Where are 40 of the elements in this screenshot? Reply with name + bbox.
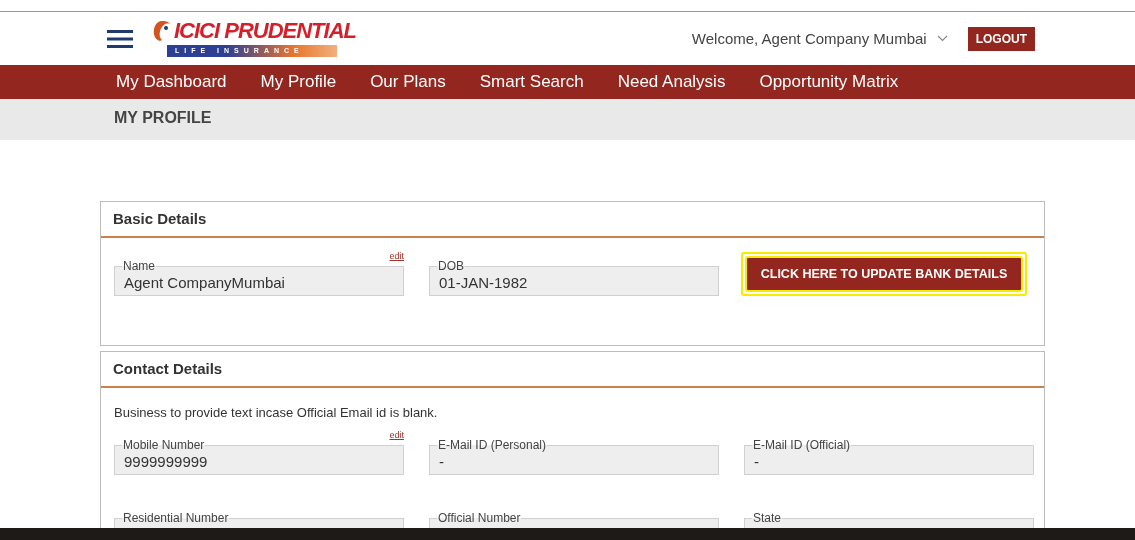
page-title: MY PROFILE [113,108,213,127]
edit-link[interactable]: edit [389,251,404,261]
text-field[interactable]: State [744,512,1034,528]
field-label: Name [122,260,156,272]
edit-link[interactable]: edit [389,430,404,440]
logo-emblem-icon [153,20,171,42]
info-text: Business to provide text incase Official Email id is blank. [114,406,439,419]
text-field[interactable]: E-Mail ID (Official) - [744,439,1034,475]
nav-link[interactable]: My Dashboard [116,72,227,92]
dropdown-caret-icon[interactable] [936,35,948,42]
nav-link[interactable]: Smart Search [479,72,584,92]
section-title: Basic Details [101,202,1044,238]
text-field[interactable]: E-Mail ID (Personal) - [429,439,719,475]
text-field[interactable]: Official Number [429,512,719,528]
text-field[interactable]: DOB 01-JAN-1982 [429,260,719,296]
nav-link[interactable]: Opportunity Matrix [759,72,899,92]
field-label: E-Mail ID (Personal) [437,439,548,451]
section-title: Contact Details [101,352,1044,388]
nav-link[interactable]: Need Analysis [617,72,726,92]
nav-link[interactable]: My Profile [260,72,337,92]
field-label: Official Number [437,512,522,524]
welcome-text: Welcome, Agent Company Mumbai [691,30,927,47]
field-label: Residential Number [122,512,230,524]
menu-icon[interactable] [107,29,133,48]
field-value: - [439,452,445,470]
nav-link[interactable]: Our Plans [370,72,446,92]
text-field[interactable]: Residential Number [114,512,404,528]
field-label: DOB [437,260,465,272]
field-label: E-Mail ID (Official) [752,439,852,451]
field-value: 01-JAN-1982 [439,273,529,291]
field-label: Mobile Number [122,439,206,451]
text-field[interactable]: Mobile Number 9999999999 [114,439,404,475]
logout-button[interactable]: LOGOUT [967,26,1035,51]
field-value: 9999999999 [124,452,209,470]
text-field[interactable]: Name Agent CompanyMumbai [114,260,404,296]
field-value: Agent CompanyMumbai [124,273,286,291]
field-value: - [754,452,760,470]
field-label: State [752,512,783,524]
update-bank-details-button[interactable]: CLICK HERE TO UPDATE BANK DETAILS [745,256,1023,292]
logo-brand: ICICI PRUDENTIAL [174,20,356,42]
